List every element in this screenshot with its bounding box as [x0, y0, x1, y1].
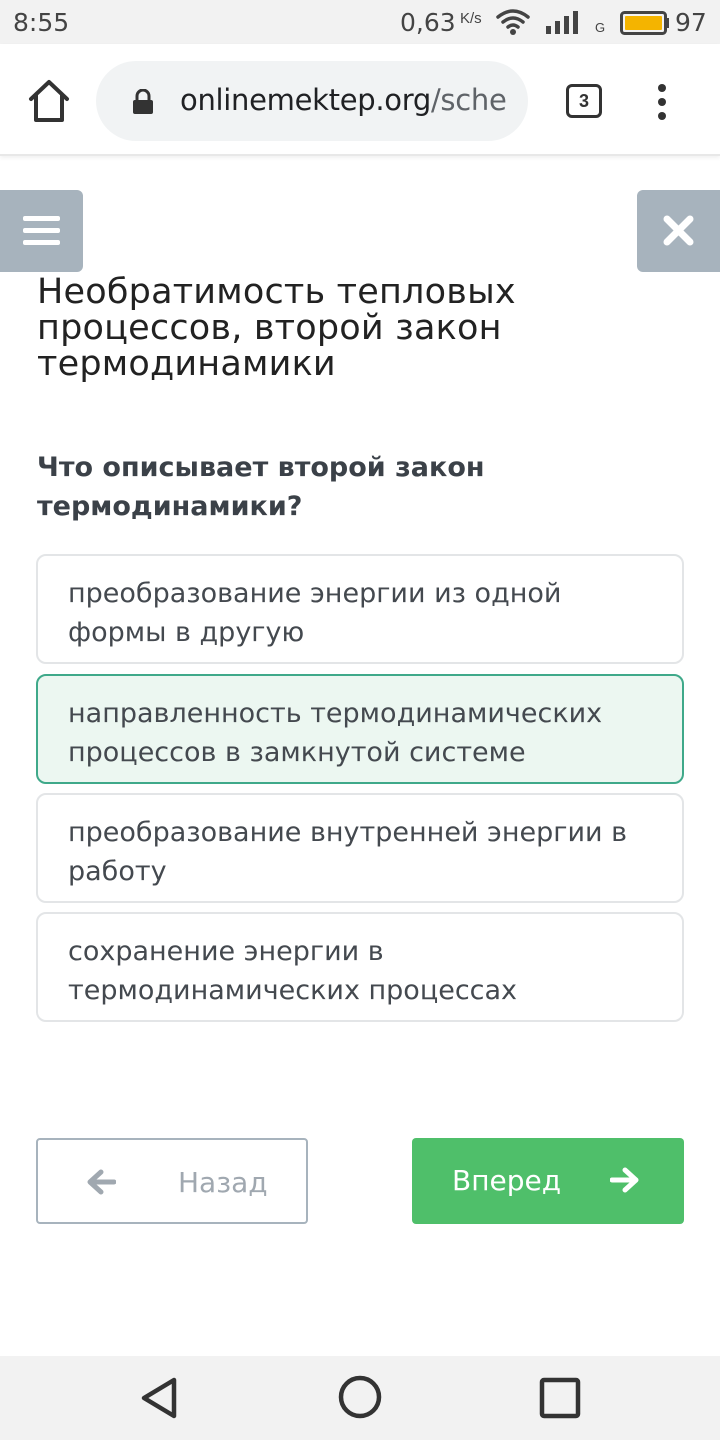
- answer-option-4[interactable]: сохранение энергии в термодинамических п…: [36, 912, 684, 1022]
- recent-square-icon[interactable]: [538, 1376, 582, 1425]
- answer-option-label: сохранение энергии в термодинамических п…: [68, 936, 518, 1006]
- answer-option-2[interactable]: направленность термодинамических процесс…: [36, 674, 684, 784]
- answer-option-1[interactable]: преобразование энергии из одной формы в …: [36, 554, 684, 664]
- answer-option-label: преобразование внутренней энергии в рабо…: [68, 817, 628, 887]
- url-path: /sche: [430, 83, 507, 117]
- network-speed: 0,63: [400, 8, 456, 37]
- answer-option-3[interactable]: преобразование внутренней энергии в рабо…: [36, 793, 684, 903]
- home-circle-icon[interactable]: [337, 1374, 383, 1425]
- home-button[interactable]: [24, 77, 74, 125]
- arrow-left-icon: [86, 1168, 117, 1201]
- signal-icon: [546, 10, 590, 39]
- lesson-title: Необратимость тепловых процессов, второй…: [37, 272, 516, 384]
- next-button[interactable]: Вперед: [412, 1138, 684, 1224]
- answer-option-label: направленность термодинамических процесс…: [68, 698, 603, 768]
- url-domain: onlinemektep.org: [180, 83, 431, 117]
- network-type: G: [595, 20, 606, 35]
- back-button[interactable]: Назад: [36, 1138, 308, 1224]
- lock-icon: [132, 88, 154, 120]
- status-time: 8:55: [13, 8, 70, 37]
- browser-toolbar: onlinemektep.org/sche 3: [0, 44, 720, 156]
- home-icon: [29, 80, 69, 122]
- question-text: Что описывает второй закон термодинамики…: [37, 452, 485, 522]
- battery-icon: [620, 11, 670, 40]
- arrow-right-icon: [609, 1166, 640, 1199]
- close-button[interactable]: [637, 190, 720, 272]
- status-bar: 8:55 0,63 K/s G 97: [0, 0, 720, 44]
- menu-icon[interactable]: [648, 82, 678, 122]
- network-speed-unit: K/s: [460, 10, 482, 27]
- close-icon: [663, 215, 694, 246]
- next-button-label: Вперед: [452, 1164, 562, 1197]
- wifi-icon: [496, 8, 530, 41]
- battery-level: 97: [675, 8, 707, 37]
- hamburger-icon: [23, 216, 60, 221]
- url-bar[interactable]: onlinemektep.org/sche: [96, 61, 528, 141]
- back-triangle-icon[interactable]: [138, 1376, 182, 1425]
- answer-option-label: преобразование энергии из одной формы в …: [68, 578, 562, 648]
- tab-count: 3: [578, 91, 589, 111]
- hamburger-menu-button[interactable]: [0, 190, 83, 272]
- tabs-button[interactable]: 3: [566, 84, 602, 118]
- url-text: onlinemektep.org/sche: [180, 83, 507, 117]
- back-button-label: Назад: [178, 1166, 268, 1199]
- system-nav-bar: [0, 1356, 720, 1440]
